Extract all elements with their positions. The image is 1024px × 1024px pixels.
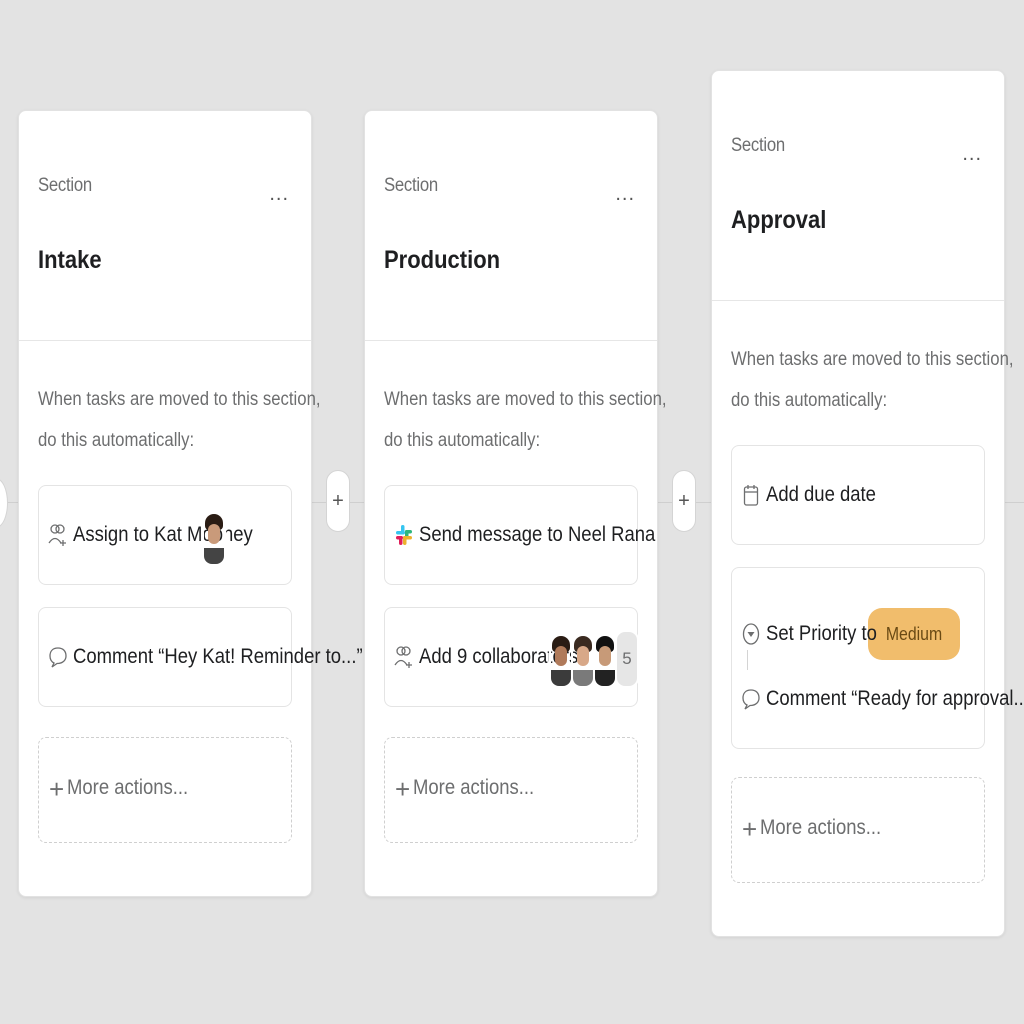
plus-icon: + [395,774,411,804]
section-menu-button[interactable]: ... [962,144,982,164]
action-label: Set Priority to [766,622,877,645]
rule-description-line: When tasks are moved to this section, [38,389,321,410]
action-label: Add due date [766,483,876,506]
section-kicker: Section [384,175,438,196]
rule-description-line: When tasks are moved to this section, [384,389,667,410]
section-title[interactable]: Production [384,246,500,275]
avatar [571,630,595,688]
action-assign[interactable]: Assign to Kat Mooney [38,485,292,585]
avatar-kat-mooney [202,508,226,566]
rule-description: When tasks are moved to this section, do… [731,339,1014,421]
previous-add-section-button[interactable] [0,478,8,528]
rule-description-line: do this automatically: [38,430,195,451]
more-actions-button[interactable]: + More actions... [38,737,292,843]
section-kicker: Section [731,135,785,156]
more-actions-button[interactable]: + More actions... [384,737,638,843]
more-actions-label: More actions... [760,816,882,839]
add-section-button[interactable]: + [326,470,350,532]
rule-description-line: do this automatically: [384,430,541,451]
rule-description: When tasks are moved to this section, do… [384,379,667,461]
overflow-count-badge: 5 [615,630,639,688]
rule-description-line: When tasks are moved to this section, [731,349,1014,370]
section-card-approval: Section ... Approval When tasks are move… [711,70,1024,937]
calendar-icon [740,483,762,507]
avatar [593,630,617,688]
action-label: Send message to Neel Rana [419,523,656,546]
comment-icon [740,687,762,711]
section-header: Section ... Production [365,111,657,341]
plus-icon: + [742,814,758,844]
more-actions-label: More actions... [413,776,535,799]
action-label: Comment “Ready for approval...” [766,687,1024,710]
section-kicker: Section [38,175,92,196]
avatar [549,630,573,688]
collaborator-avatars: 5 [549,630,639,688]
action-send-message[interactable]: Send message to Neel Rana [384,485,655,585]
add-section-button[interactable]: + [672,470,696,532]
priority-badge-label: Medium [885,623,943,644]
action-comment[interactable]: Comment “Hey Kat! Reminder to...” [38,607,363,707]
assign-user-icon [47,523,69,547]
section-menu-button[interactable]: ... [269,184,289,204]
section-header: Section ... Intake [19,111,311,341]
priority-dropdown-icon [740,622,762,646]
section-menu-button[interactable]: ... [615,184,635,204]
collaborators-icon [393,645,415,669]
action-label: Comment “Hey Kat! Reminder to...” [73,645,363,668]
action-step-connector [747,650,748,670]
section-title[interactable]: Approval [731,206,826,235]
action-add-due-date[interactable]: Add due date [731,445,985,545]
slack-icon [393,523,415,547]
section-card-production: Section ... Production When tasks are mo… [364,110,667,897]
rule-description-line: do this automatically: [731,390,888,411]
action-set-priority[interactable]: Set Priority to Medium Comment “Ready fo… [731,567,1024,749]
more-actions-button[interactable]: + More actions... [731,777,985,883]
more-actions-label: More actions... [67,776,189,799]
action-add-collaborators[interactable]: Add 9 collaborators 5 [384,607,639,707]
plus-icon: + [49,774,65,804]
section-title[interactable]: Intake [38,246,102,275]
section-card-intake: Section ... Intake When tasks are moved … [18,110,363,897]
section-header: Section ... Approval [712,71,1004,301]
priority-badge: Medium [868,608,961,660]
comment-icon [47,645,69,669]
rule-description: When tasks are moved to this section, do… [38,379,321,461]
